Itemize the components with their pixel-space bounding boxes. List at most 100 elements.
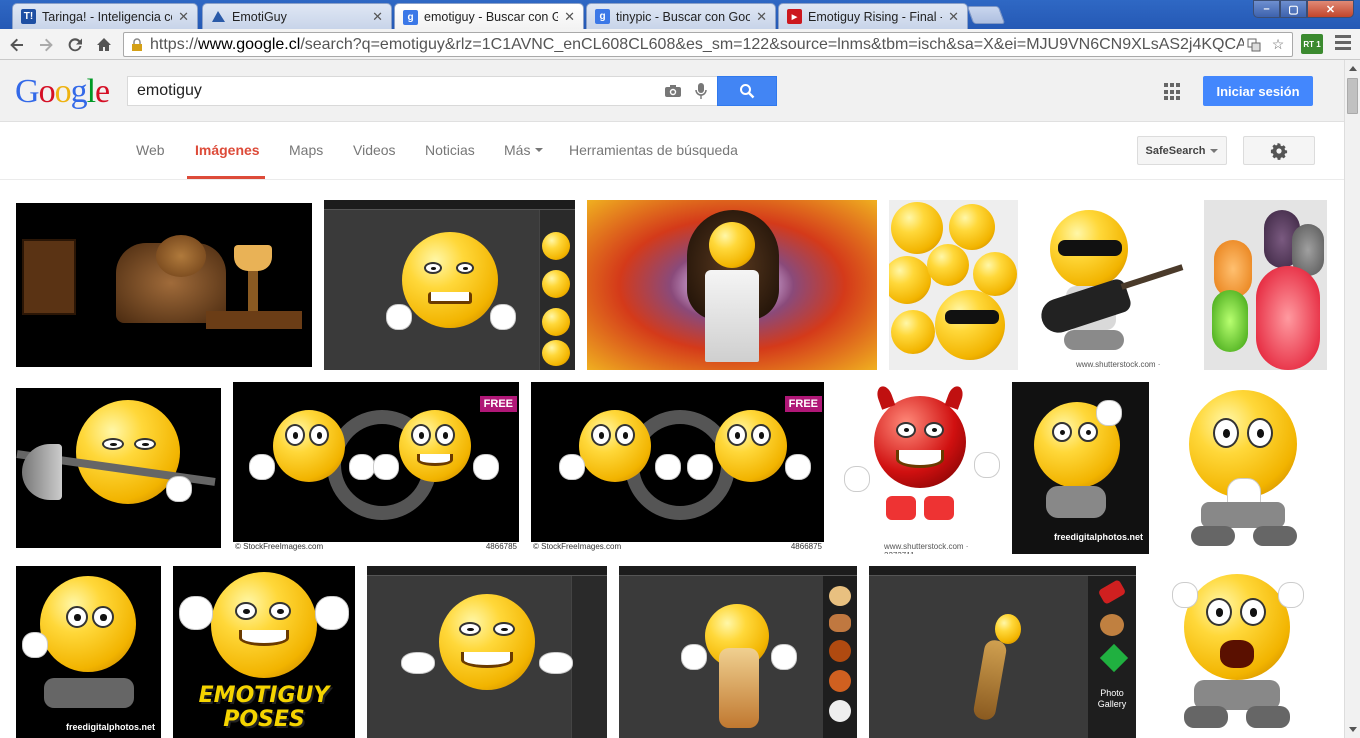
image-result[interactable]: Photo Gallery <box>869 566 1136 738</box>
new-tab-button[interactable] <box>966 6 1006 24</box>
page-info-icon[interactable] <box>130 37 144 52</box>
tab-title: Taringa! - Inteligencia colectiva <box>42 9 172 24</box>
tab-title: Emotiguy Rising - Final - YouTube <box>808 9 942 24</box>
search-tabs-bar: Web Imágenes Maps Videos Noticias Más He… <box>0 122 1344 180</box>
scroll-up-arrow-icon[interactable] <box>1349 66 1357 71</box>
reload-icon <box>68 38 82 52</box>
watermark-caption: www.shutterstock.com · 2225523 <box>1076 360 1161 370</box>
browser-tab-taringa[interactable]: T! Taringa! - Inteligencia colectiva ✕ <box>12 3 198 29</box>
watermark-caption: © StockFreeImages.com 4866785 <box>233 542 519 554</box>
image-result[interactable] <box>619 566 857 738</box>
tab-web[interactable]: Web <box>136 142 165 158</box>
address-bar[interactable]: https://www.google.cl/search?q=emotiguy&… <box>123 32 1293 57</box>
image-result[interactable]: FREE © StockFreeImages.com 4866785 <box>233 382 519 554</box>
rt-extension-icon[interactable]: RT 1 <box>1301 34 1323 54</box>
forward-button[interactable] <box>35 34 57 56</box>
back-button[interactable] <box>6 34 28 56</box>
image-result[interactable] <box>587 200 877 370</box>
tab-search-tools[interactable]: Herramientas de búsqueda <box>569 142 738 158</box>
image-result[interactable]: FREE © StockFreeImages.com 4866875 <box>531 382 824 554</box>
image-result[interactable] <box>16 388 221 548</box>
app-title-bar <box>324 200 575 210</box>
selected-tab-indicator <box>187 176 265 179</box>
close-tab-icon[interactable]: ✕ <box>756 9 767 25</box>
image-result[interactable] <box>367 566 607 738</box>
youtube-favicon-icon: ▶ <box>787 9 802 24</box>
image-result[interactable]: freedigitalphotos.net <box>1012 382 1149 554</box>
logo-letter: g <box>70 73 88 110</box>
tab-videos[interactable]: Videos <box>353 142 396 158</box>
taringa-favicon-icon: T! <box>21 9 36 24</box>
chrome-menu-icon[interactable] <box>1335 35 1351 53</box>
google-favicon-icon: g <box>595 9 610 24</box>
close-tab-icon[interactable]: ✕ <box>564 9 575 25</box>
window-controls: – ▢ ✕ <box>1253 0 1354 18</box>
tab-more[interactable]: Más <box>504 142 544 158</box>
app-title-bar <box>619 566 857 576</box>
browser-tab-emotiguy[interactable]: EmotiGuy ✕ <box>202 3 392 29</box>
watermark-caption: freedigitalphotos.net <box>1054 532 1144 542</box>
browser-tab-youtube[interactable]: ▶ Emotiguy Rising - Final - YouTube ✕ <box>778 3 968 29</box>
close-tab-icon[interactable]: ✕ <box>178 9 189 25</box>
logo-letter: o <box>54 73 72 110</box>
image-result[interactable]: www.shutterstock.com · 2225523 <box>1030 200 1192 370</box>
image-result[interactable]: www.shutterstock.com · 2273711 <box>836 382 1000 554</box>
close-tab-icon[interactable]: ✕ <box>948 9 959 25</box>
close-window-button[interactable]: ✕ <box>1307 0 1354 18</box>
settings-button[interactable] <box>1243 136 1315 165</box>
apps-grid-icon[interactable] <box>1164 83 1182 101</box>
photo-gallery-label: Photo Gallery <box>1097 688 1127 709</box>
image-result[interactable] <box>324 200 575 370</box>
home-icon <box>97 38 111 51</box>
search-button[interactable] <box>717 76 777 106</box>
home-button[interactable] <box>93 34 115 56</box>
search-icon <box>740 84 755 99</box>
browser-tab-emotiguy-search[interactable]: g emotiguy - Buscar con Google ✕ <box>394 3 584 30</box>
google-logo[interactable]: Google <box>15 73 110 111</box>
emotiguy-favicon-icon <box>211 9 226 24</box>
search-query-text: emotiguy <box>137 82 202 99</box>
google-header: Google emotiguy Iniciar sesión <box>0 60 1344 122</box>
microphone-icon[interactable] <box>689 79 713 103</box>
page-scrollbar[interactable] <box>1344 60 1360 738</box>
watermark-caption: freedigitalphotos.net <box>66 722 156 732</box>
minimize-button[interactable]: – <box>1253 0 1280 18</box>
image-result[interactable]: freedigitalphotos.net <box>16 566 161 738</box>
camera-icon[interactable] <box>661 79 685 103</box>
emotiguy-poses-title: EMOTIGUY POSES <box>198 683 330 732</box>
tab-title: EmotiGuy <box>232 9 287 24</box>
arrow-left-icon <box>10 38 23 52</box>
safesearch-button[interactable]: SafeSearch <box>1137 136 1227 165</box>
browser-toolbar: https://www.google.cl/search?q=emotiguy&… <box>0 29 1360 60</box>
image-result[interactable]: EMOTIGUY POSES <box>173 566 355 738</box>
tab-maps[interactable]: Maps <box>289 142 323 158</box>
scroll-down-arrow-icon[interactable] <box>1349 727 1357 732</box>
bookmark-star-icon[interactable]: ☆ <box>1268 36 1288 54</box>
browser-tab-tinypic-search[interactable]: g tinypic - Buscar con Google ✕ <box>586 3 776 29</box>
maximize-button[interactable]: ▢ <box>1280 0 1307 18</box>
tab-news[interactable]: Noticias <box>425 142 475 158</box>
sign-in-button[interactable]: Iniciar sesión <box>1203 76 1313 106</box>
logo-letter: o <box>38 73 56 110</box>
gear-icon <box>1270 142 1288 160</box>
translate-icon[interactable] <box>1244 36 1264 54</box>
tab-images[interactable]: Imágenes <box>195 142 260 158</box>
watermark-caption: © StockFreeImages.com 4866875 <box>531 542 824 554</box>
tab-title: emotiguy - Buscar con Google <box>424 10 559 24</box>
logo-letter: e <box>95 73 110 110</box>
search-input[interactable]: emotiguy <box>127 76 718 106</box>
browser-title-bar: T! Taringa! - Inteligencia colectiva ✕ E… <box>0 0 1360 30</box>
free-badge: FREE <box>784 396 822 412</box>
chevron-down-icon <box>535 148 544 152</box>
image-result[interactable] <box>1204 200 1327 370</box>
image-result[interactable] <box>1161 382 1327 554</box>
close-tab-icon[interactable]: ✕ <box>372 9 383 25</box>
image-result[interactable] <box>16 203 312 367</box>
tab-title: tinypic - Buscar con Google <box>616 9 751 24</box>
image-result[interactable] <box>1148 566 1327 738</box>
chevron-down-icon <box>1210 148 1219 153</box>
image-result[interactable] <box>889 200 1018 370</box>
reload-button[interactable] <box>64 34 86 56</box>
image-results-grid: www.shutterstock.com · 2225523 FREE © St… <box>0 181 1344 738</box>
scrollbar-thumb[interactable] <box>1347 78 1358 114</box>
